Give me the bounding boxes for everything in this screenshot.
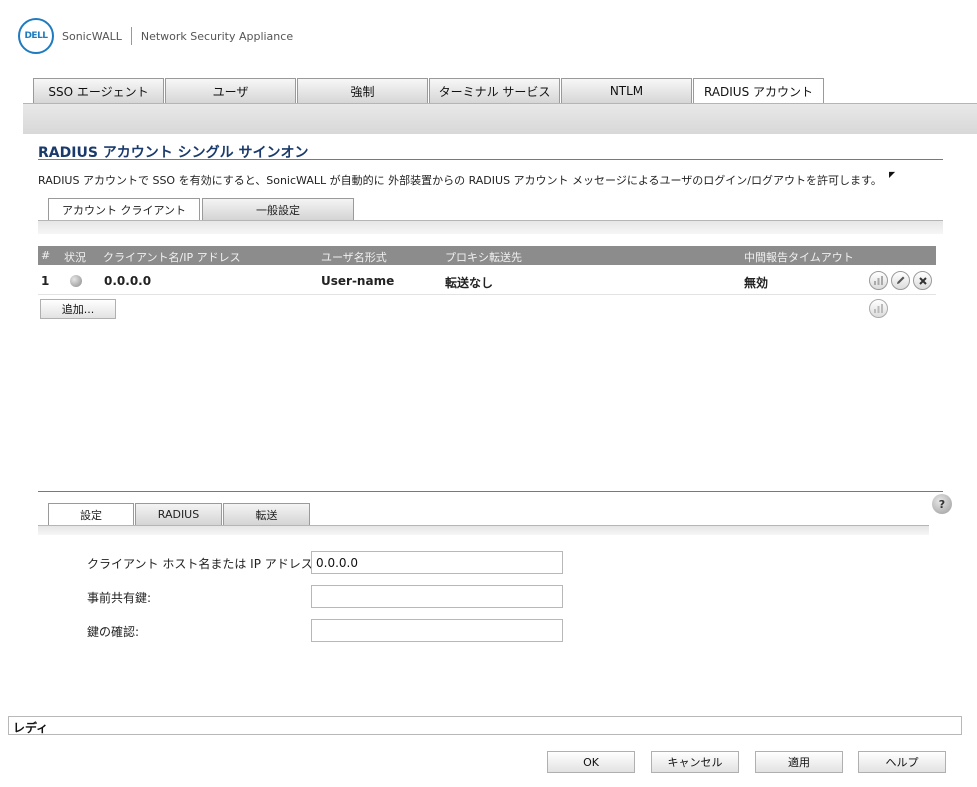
close-icon[interactable]: [913, 271, 932, 290]
col-username-format: ユーザ名形式: [321, 251, 387, 264]
confirm-label: 鍵の確認:: [87, 625, 140, 639]
stats-icon[interactable]: [869, 299, 888, 318]
status-dot-icon: [70, 275, 82, 287]
tab-enforcement[interactable]: 強制: [297, 78, 428, 103]
tab-terminal-services[interactable]: ターミナル サービス: [429, 78, 560, 103]
lower-tab-bar: 設定 RADIUS 転送: [48, 503, 311, 525]
section-divider: [38, 159, 943, 160]
tab-accounting-clients[interactable]: アカウント クライアント: [48, 198, 200, 220]
sub-tab-bar: アカウント クライアント 一般設定: [48, 198, 356, 220]
table-header: # 状況 クライアント名/IP アドレス ユーザ名形式 プロキシ転送先 中間報告…: [38, 246, 936, 265]
row-username-format: User-name: [321, 274, 395, 288]
tab-users[interactable]: ユーザ: [165, 78, 296, 103]
host-input[interactable]: [311, 551, 563, 574]
top-tab-bar: SSO エージェント ユーザ 強制 ターミナル サービス NTLM RADIUS…: [33, 78, 825, 104]
header-divider: [130, 27, 132, 45]
host-label: クライアント ホスト名または IP アドレス:: [87, 557, 317, 571]
row-client: 0.0.0.0: [104, 274, 152, 288]
cancel-button[interactable]: キャンセル: [651, 751, 739, 773]
tab-content-band: [23, 103, 977, 134]
resize-corner-icon: ◤: [889, 170, 896, 179]
shared-secret-input[interactable]: [311, 585, 563, 608]
tab-settings[interactable]: 設定: [48, 503, 134, 525]
add-button[interactable]: 追加...: [40, 299, 116, 319]
col-client: クライアント名/IP アドレス: [103, 251, 241, 264]
product-name: Network Security Appliance: [140, 29, 294, 43]
confirm-secret-input[interactable]: [311, 619, 563, 642]
header: DELL SonicWALL Network Security Applianc…: [18, 18, 294, 54]
lower-divider: [38, 491, 943, 492]
apply-button[interactable]: 適用: [755, 751, 843, 773]
col-timeout: 中間報告タイムアウト: [744, 251, 854, 264]
pencil-icon[interactable]: [891, 271, 910, 290]
row-proxy: 転送なし: [445, 276, 494, 290]
tab-radius-accounting[interactable]: RADIUS アカウント: [693, 78, 824, 104]
tab-ntlm[interactable]: NTLM: [561, 78, 692, 103]
tab-sso-agent[interactable]: SSO エージェント: [33, 78, 164, 103]
ok-button[interactable]: OK: [547, 751, 635, 773]
row-number: 1: [41, 274, 50, 288]
dell-logo: DELL: [18, 18, 54, 54]
lower-tab-band: [38, 525, 929, 535]
col-status: 状況: [64, 251, 86, 264]
row-timeout: 無効: [744, 276, 769, 290]
help-button[interactable]: ヘルプ: [858, 751, 946, 773]
brand-name: SonicWALL: [62, 29, 122, 43]
section-description: RADIUS アカウントで SSO を有効にすると、SonicWALL が自動的…: [38, 174, 882, 187]
tab-radius[interactable]: RADIUS: [135, 503, 222, 525]
tab-forwarding[interactable]: 転送: [223, 503, 310, 525]
col-proxy: プロキシ転送先: [445, 251, 522, 264]
stats-icon[interactable]: [869, 271, 888, 290]
tab-general-settings[interactable]: 一般設定: [202, 198, 354, 220]
status-bar: レディ: [8, 716, 962, 735]
table-row: 1 0.0.0.0 User-name 転送なし 無効: [38, 266, 936, 295]
secret-label: 事前共有鍵:: [87, 591, 152, 605]
col-number: #: [41, 249, 51, 262]
sub-tab-band: [38, 220, 943, 234]
help-icon[interactable]: ?: [932, 494, 952, 514]
